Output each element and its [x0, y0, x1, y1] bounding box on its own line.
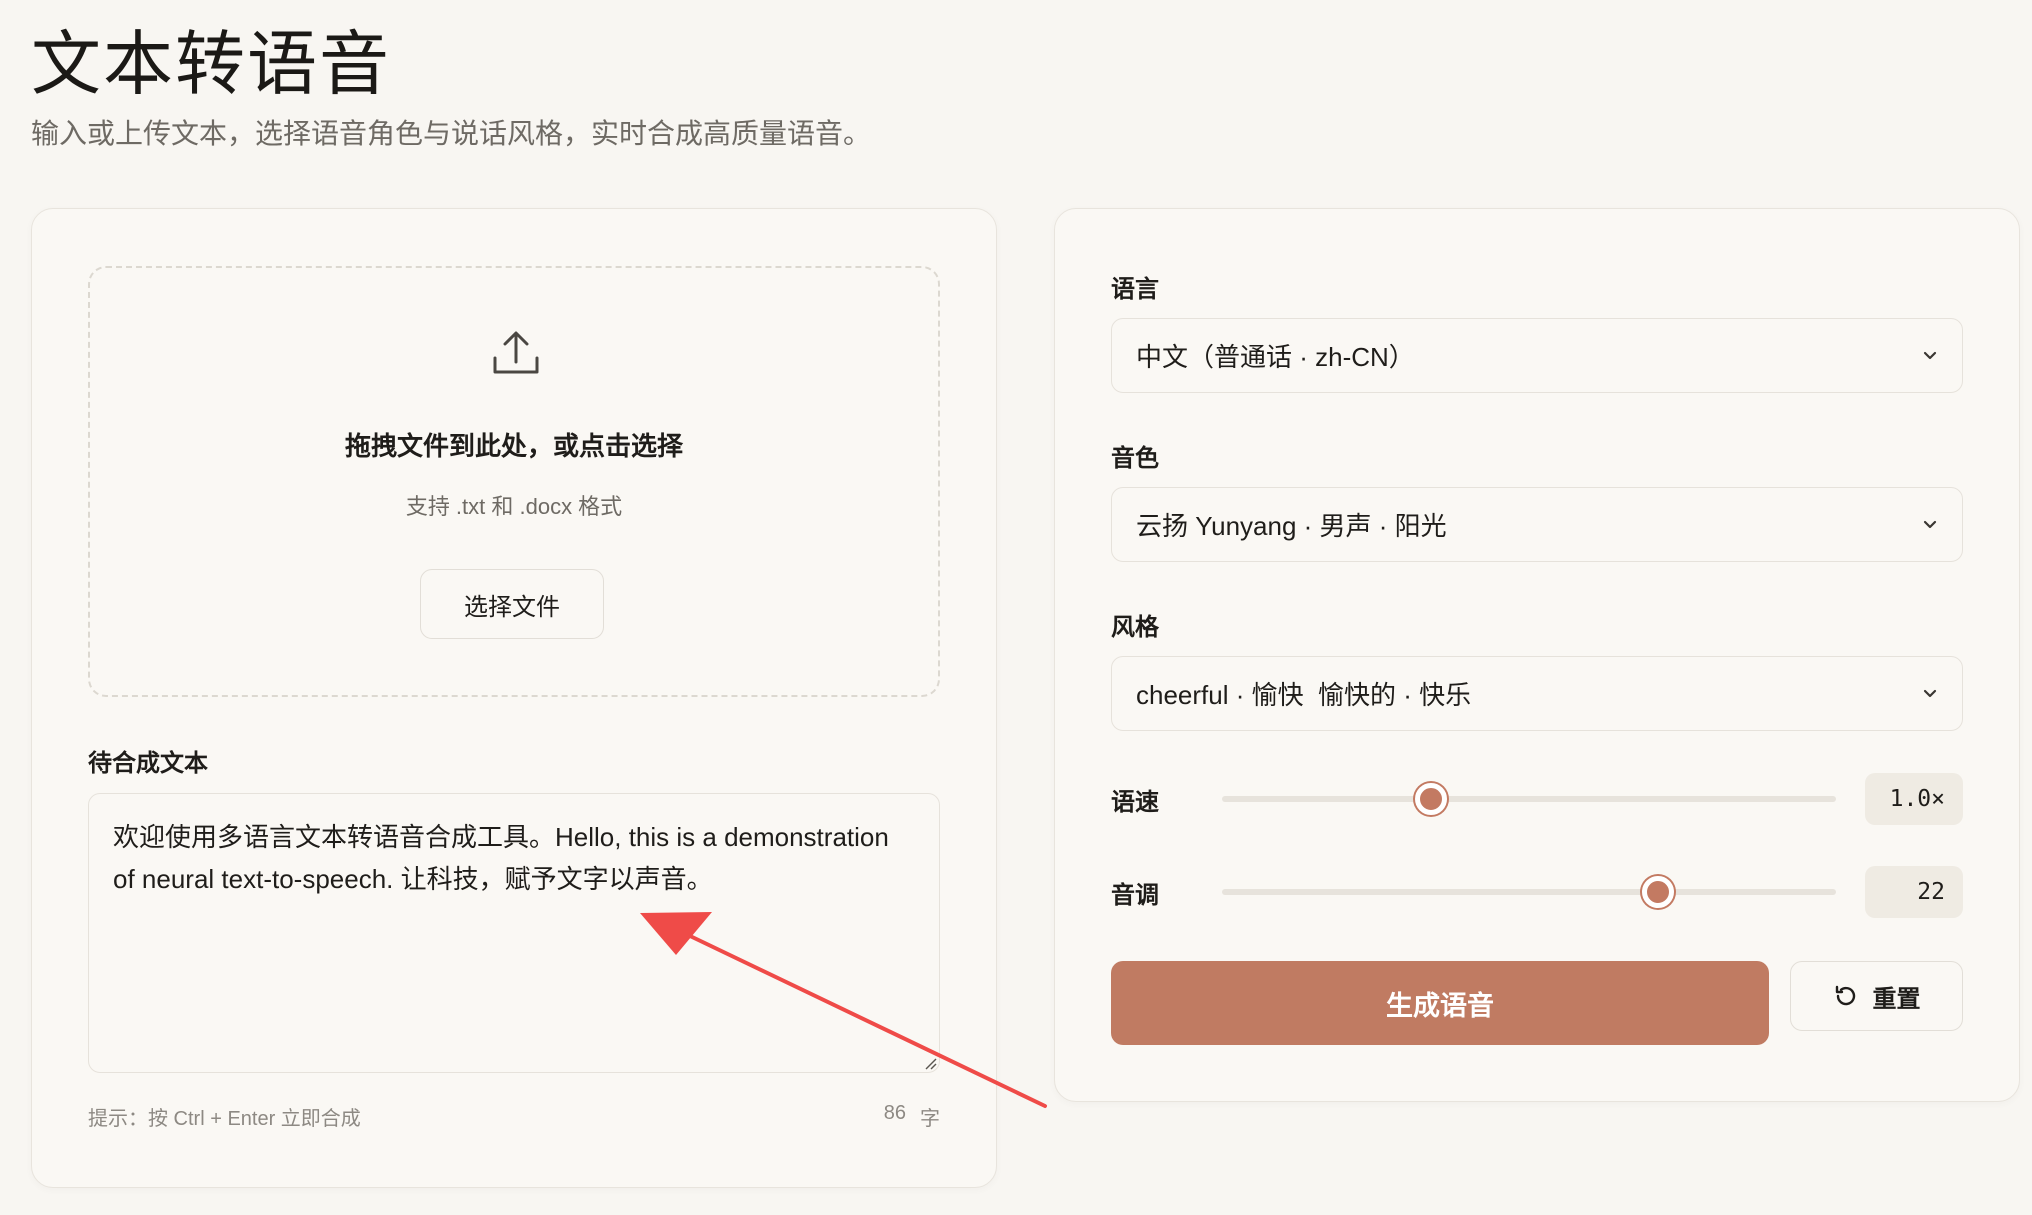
voice-select[interactable]: 云扬 Yunyang · 男声 · 阳光	[1111, 487, 1963, 562]
char-counter: 86 字	[884, 1102, 940, 1131]
rotate-ccw-icon	[1835, 985, 1855, 1006]
dropzone-title: 拖拽文件到此处，或点击选择	[344, 431, 683, 461]
generate-speech-button[interactable]: 生成语音	[1111, 961, 1769, 1045]
chevron-down-icon	[1923, 689, 1937, 698]
style-label: 风格	[1111, 614, 1159, 641]
speed-label: 语速	[1111, 789, 1159, 816]
chevron-down-icon	[1923, 520, 1937, 529]
pitch-value: 22	[1865, 866, 1963, 918]
text-input-label: 待合成文本	[88, 750, 208, 777]
reset-button[interactable]: 重置	[1790, 961, 1963, 1031]
shortcut-tip: 提示：按 Ctrl + Enter 立即合成	[88, 1108, 361, 1130]
settings-card: 语言 中文（普通话 · zh-CN） 音色 云扬 Yunyang · 男声 · …	[1054, 208, 2020, 1102]
upload-icon	[493, 331, 539, 374]
language-label: 语言	[1111, 276, 1159, 303]
page-title: 文本转语音	[31, 23, 391, 105]
speed-slider[interactable]	[1222, 783, 1836, 815]
input-card: 拖拽文件到此处，或点击选择 支持 .txt 和 .docx 格式 选择文件 待合…	[31, 208, 997, 1188]
chevron-down-icon	[1923, 351, 1937, 360]
char-count-value: 86	[883, 1102, 906, 1124]
tts-page: 文本转语音 输入或上传文本，选择语音角色与说话风格，实时合成高质量语音。 拖拽文…	[0, 0, 2032, 1215]
style-select[interactable]: cheerful · 愉快 愉快的 · 快乐	[1111, 656, 1963, 731]
language-select-value: 中文（普通话 · zh-CN）	[1136, 342, 1415, 372]
dropzone-format-hint: 支持 .txt 和 .docx 格式	[405, 494, 623, 519]
resize-grip-icon[interactable]	[925, 1058, 937, 1070]
language-select[interactable]: 中文（普通话 · zh-CN）	[1111, 318, 1963, 393]
file-dropzone[interactable]: 拖拽文件到此处，或点击选择 支持 .txt 和 .docx 格式 选择文件	[88, 266, 940, 697]
speed-slider-thumb[interactable]	[1414, 783, 1447, 815]
voice-select-value: 云扬 Yunyang · 男声 · 阳光	[1136, 511, 1447, 541]
voice-label: 音色	[1111, 445, 1159, 472]
pitch-slider-thumb[interactable]	[1641, 876, 1674, 908]
style-select-value: cheerful · 愉快 愉快的 · 快乐	[1136, 680, 1472, 710]
speed-value: 1.0×	[1865, 773, 1963, 825]
page-subtitle: 输入或上传文本，选择语音角色与说话风格，实时合成高质量语音。	[31, 118, 872, 149]
reset-button-label: 重置	[1872, 985, 1921, 1013]
text-input-area[interactable]: 欢迎使用多语言文本转语音合成工具。Hello, this is a demons…	[88, 793, 940, 1073]
pitch-slider[interactable]	[1222, 876, 1836, 908]
char-count-unit: 字	[920, 1108, 940, 1130]
choose-file-button[interactable]: 选择文件	[420, 569, 604, 639]
pitch-label: 音调	[1111, 882, 1159, 909]
